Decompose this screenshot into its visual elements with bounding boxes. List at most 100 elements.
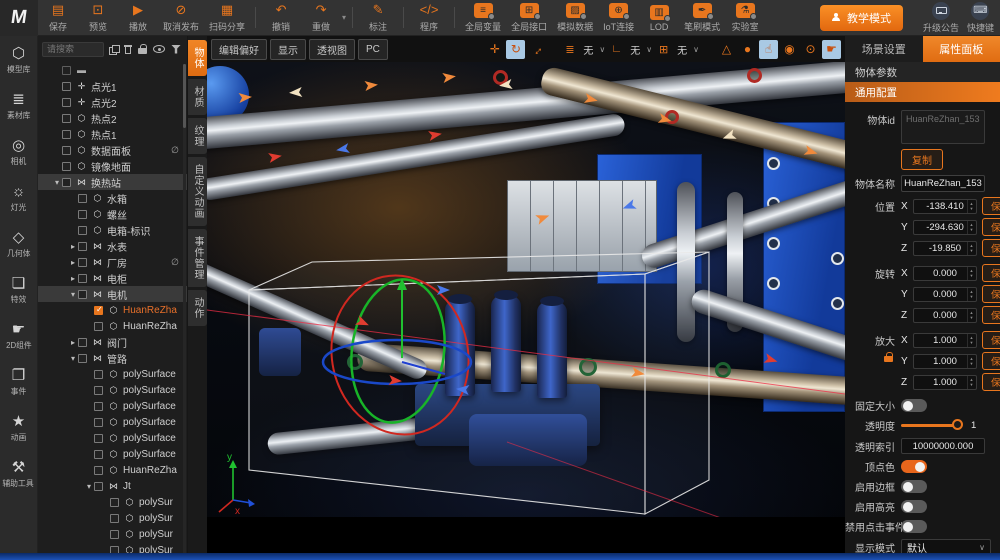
spinner-icon[interactable] bbox=[967, 221, 975, 234]
align-snap-icon[interactable]: ≣ bbox=[562, 43, 577, 56]
tree-row[interactable]: ⬡ 镜像地面 ∅ bbox=[38, 158, 187, 174]
spinner-icon[interactable] bbox=[967, 200, 975, 213]
section-general-config[interactable]: 通用配置 bbox=[845, 82, 1000, 102]
apply-button[interactable]: 保存 bbox=[982, 373, 1000, 391]
tree-row[interactable]: ⬡ polySur ∅ bbox=[38, 526, 187, 542]
tree-row[interactable]: ▾ ⋈ 电机 ∅ bbox=[38, 286, 187, 302]
pc-mode-button[interactable]: PC bbox=[358, 39, 388, 60]
scale-input[interactable]: 1.000 bbox=[913, 354, 977, 369]
visibility-checkbox[interactable] bbox=[62, 82, 71, 91]
iot-connect-button[interactable]: ⊕ IoT连接 bbox=[598, 0, 639, 35]
node-label[interactable]: 水表 bbox=[107, 239, 127, 254]
apply-button[interactable]: 保存 bbox=[982, 218, 1000, 236]
tree-row[interactable]: ▸ ⋈ 阀门 ∅ bbox=[38, 334, 187, 350]
node-label[interactable]: 镜像地面 bbox=[91, 159, 131, 174]
eye-tool-icon[interactable]: ◉ bbox=[780, 40, 799, 59]
spinner-icon[interactable] bbox=[967, 309, 975, 322]
node-label[interactable]: 电机 bbox=[107, 287, 127, 302]
visibility-checkbox[interactable] bbox=[78, 242, 87, 251]
visibility-checkbox[interactable] bbox=[78, 226, 87, 235]
lights[interactable]: ☼ 灯光 bbox=[0, 180, 37, 216]
visibility-checkbox[interactable] bbox=[78, 290, 87, 299]
focus-target-icon[interactable]: ⊙ bbox=[801, 40, 820, 59]
tree-row[interactable]: ▸ ⋈ 电柜 ∅ bbox=[38, 270, 187, 286]
slider-knob[interactable] bbox=[952, 419, 963, 430]
pan-hand-icon[interactable]: ☛ bbox=[822, 40, 841, 59]
node-label[interactable]: polySurface bbox=[123, 433, 176, 444]
node-label[interactable]: 管路 bbox=[107, 351, 127, 366]
undo-button[interactable]: ↶ 撤销 bbox=[261, 0, 301, 35]
rotation-input[interactable]: 0.000 bbox=[913, 308, 977, 323]
tree-row[interactable]: ⬡ polySurface ∅ bbox=[38, 366, 187, 382]
node-label[interactable]: HuanReZha bbox=[123, 305, 177, 316]
side-tab[interactable]: 纹理 bbox=[188, 118, 207, 154]
node-label[interactable]: 点光2 bbox=[91, 95, 117, 110]
tree-row[interactable]: ⬡ polySurface ∅ bbox=[38, 382, 187, 398]
render-scene[interactable]: y x bbox=[207, 62, 845, 560]
node-label[interactable]: 阀门 bbox=[107, 335, 127, 350]
tree-row[interactable]: ⬡ HuanReZha ∅ bbox=[38, 462, 187, 478]
node-label[interactable]: 厂房 bbox=[107, 255, 127, 270]
visibility-checkbox[interactable] bbox=[62, 98, 71, 107]
apply-button[interactable]: 保存 bbox=[982, 306, 1000, 324]
node-label[interactable]: polySur bbox=[139, 513, 173, 524]
redo-button[interactable]: ↷ 重做 bbox=[301, 0, 341, 35]
upgrade-announcement-button[interactable]: 升级公告 bbox=[923, 2, 959, 34]
filter-funnel-icon[interactable] bbox=[171, 45, 181, 54]
scale-input[interactable]: 1.000 bbox=[913, 375, 977, 390]
tree-row[interactable]: ⬡ polySurface ∅ bbox=[38, 414, 187, 430]
spinner-icon[interactable] bbox=[967, 334, 975, 347]
expand-arrow-icon[interactable]: ▸ bbox=[68, 242, 78, 251]
effects[interactable]: ❏ 特效 bbox=[0, 272, 37, 308]
lab-button[interactable]: ⚗ 实验室 bbox=[725, 0, 765, 35]
node-label[interactable]: 热点1 bbox=[91, 127, 117, 142]
rotation-input[interactable]: 0.000 bbox=[913, 287, 977, 302]
spinner-icon[interactable] bbox=[967, 242, 975, 255]
helper-tools[interactable]: ⚒ 辅助工具 bbox=[0, 456, 37, 492]
model-library[interactable]: ⬡ 模型库 bbox=[0, 42, 37, 78]
tab-property-panel[interactable]: 属性面板 bbox=[923, 36, 1000, 62]
redo-dropdown-caret-icon[interactable]: ▾ bbox=[342, 13, 346, 22]
visibility-checkbox[interactable] bbox=[110, 498, 119, 507]
opacity-slider[interactable] bbox=[901, 424, 959, 427]
side-tab[interactable]: 自定义动画 bbox=[188, 157, 207, 226]
tree-row[interactable]: ⬡ polySurface ∅ bbox=[38, 430, 187, 446]
apply-button[interactable]: 保存 bbox=[982, 239, 1000, 257]
copy-id-button[interactable]: 复制 bbox=[901, 149, 943, 170]
opacity-index-input[interactable]: 10000000.000 bbox=[901, 438, 985, 454]
preview-button[interactable]: ⊡ 预览 bbox=[78, 0, 118, 35]
mock-data-button[interactable]: ▨ 模拟数据 bbox=[552, 0, 598, 35]
node-label[interactable]: 数据面板 bbox=[91, 143, 131, 158]
tree-row[interactable]: ⬡ 电箱-标识 ∅ bbox=[38, 222, 187, 238]
play-button[interactable]: ▶ 播放 bbox=[118, 0, 158, 35]
tree-row[interactable]: ⬡ HuanReZha ∅ bbox=[38, 318, 187, 334]
tree-row[interactable]: ⬡ polySur ∅ bbox=[38, 510, 187, 526]
copy-icon[interactable] bbox=[109, 45, 118, 54]
spinner-icon[interactable] bbox=[967, 267, 975, 280]
tab-scene-settings[interactable]: 场景设置 bbox=[845, 36, 923, 62]
teaching-mode-button[interactable]: 教学模式 bbox=[820, 5, 903, 31]
node-label[interactable]: 热点2 bbox=[91, 111, 117, 126]
side-tab[interactable]: 动作 bbox=[188, 290, 207, 326]
visibility-checkbox[interactable] bbox=[94, 370, 103, 379]
camera[interactable]: ◎ 相机 bbox=[0, 134, 37, 170]
node-label[interactable]: 电柜 bbox=[107, 271, 127, 286]
visibility-checkbox[interactable] bbox=[62, 178, 71, 187]
visibility-checkbox[interactable] bbox=[94, 386, 103, 395]
toggle-switch[interactable] bbox=[901, 460, 927, 473]
expand-arrow-icon[interactable]: ▸ bbox=[68, 258, 78, 267]
position-input[interactable]: -138.410 bbox=[913, 199, 977, 214]
tree-row[interactable]: ⬡ 螺丝 ∅ bbox=[38, 206, 187, 222]
visibility-checkbox[interactable] bbox=[94, 450, 103, 459]
scale-input[interactable]: 1.000 bbox=[913, 333, 977, 348]
tree-row[interactable]: ▬ ∅ bbox=[38, 62, 187, 78]
node-label[interactable]: 点光1 bbox=[91, 79, 117, 94]
node-label[interactable]: 电箱-标识 bbox=[107, 223, 150, 238]
tree-row[interactable]: ▾ ⋈ 换热站 ∅ bbox=[38, 174, 187, 190]
hidden-eye-icon[interactable]: ∅ bbox=[171, 145, 179, 156]
tree-row[interactable]: ⬡ 数据面板 ∅ bbox=[38, 142, 187, 158]
section-object-params[interactable]: 物体参数 bbox=[845, 62, 1000, 82]
tree-row[interactable]: ⬡ polySur ∅ bbox=[38, 494, 187, 510]
tree-row[interactable]: ▸ ⋈ 水表 ∅ bbox=[38, 238, 187, 254]
tree-scrollbar[interactable] bbox=[183, 64, 186, 554]
